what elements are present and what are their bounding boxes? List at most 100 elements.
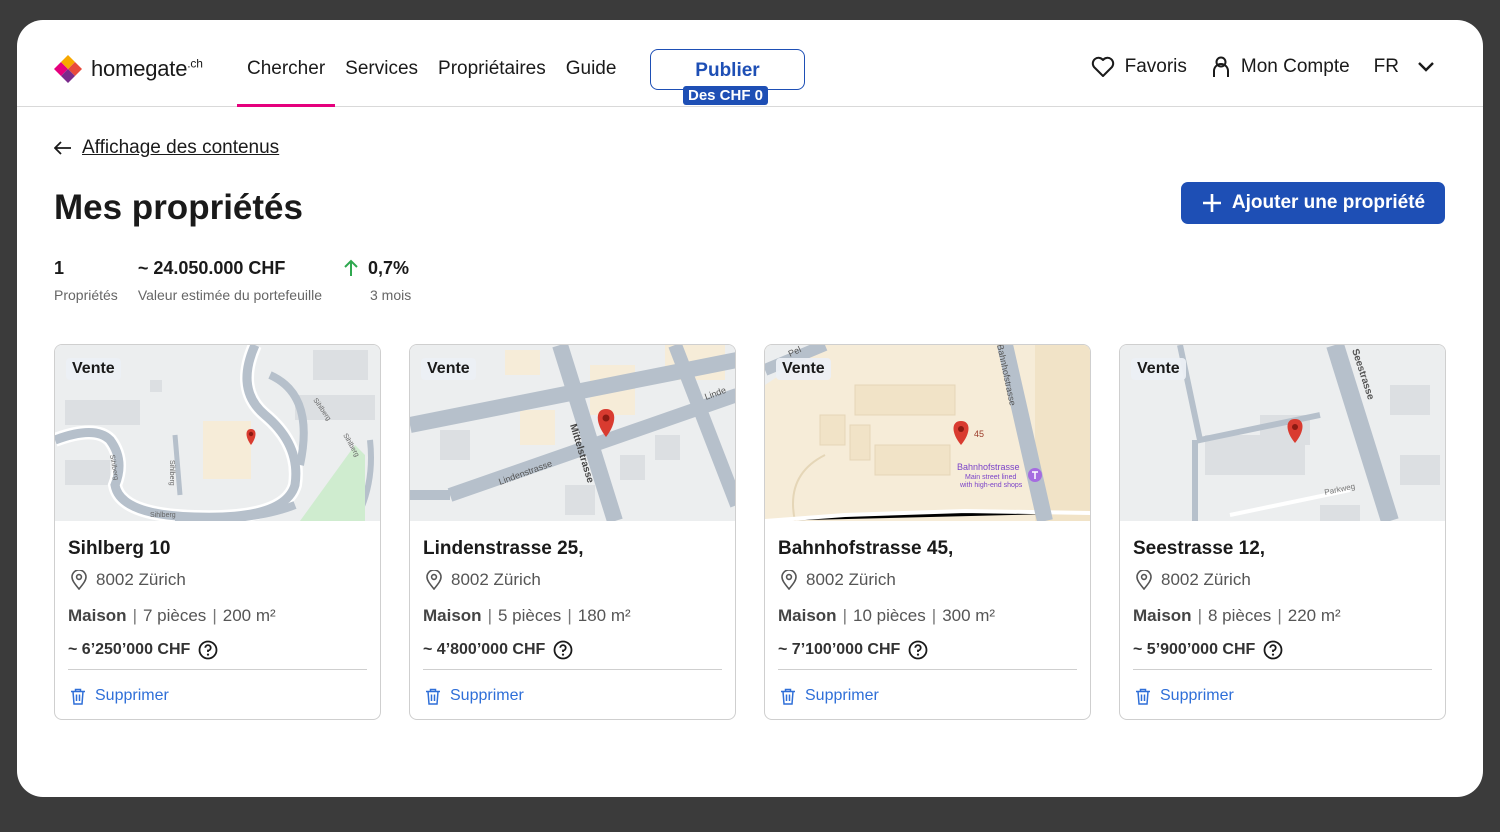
back-link-label: Affichage des contenus: [82, 137, 280, 158]
stat-trend-percent: 0,7%: [368, 257, 410, 278]
svg-text:with high-end shops: with high-end shops: [959, 482, 1023, 489]
help-icon[interactable]: [198, 640, 218, 660]
card-divider: [68, 669, 367, 670]
property-price-value: ~ 6’250’000 CHF: [68, 641, 191, 658]
delete-button[interactable]: Supprimer: [425, 687, 722, 705]
svg-text:Sihlberg: Sihlberg: [150, 512, 176, 519]
property-specs: Maison | 8 pièces | 220 m²: [1133, 606, 1341, 625]
delete-label: Supprimer: [450, 687, 524, 704]
property-price: ~ 5’900’000 CHF: [1133, 640, 1432, 660]
property-specs: Maison | 10 pièces | 300 m²: [778, 606, 996, 625]
svg-text:45: 45: [974, 429, 984, 439]
property-type: Maison: [778, 606, 837, 625]
add-property-button[interactable]: Ajouter une propriété: [1181, 182, 1445, 224]
property-area: 300 m²: [942, 606, 996, 625]
card-body: Seestrasse 12, 8002 Zürich Maison | 8 pièc…: [1120, 521, 1445, 705]
property-city: 8002 Zürich: [70, 570, 367, 590]
delete-button[interactable]: Supprimer: [1135, 687, 1432, 705]
location-pin-icon: [1136, 570, 1152, 590]
header-actions: Favoris Mon Compte FR: [1067, 56, 1435, 78]
language-selector[interactable]: FR: [1374, 56, 1435, 78]
delete-label: Supprimer: [805, 687, 879, 704]
property-city-label: 8002 Zürich: [451, 570, 541, 589]
property-price: ~ 4’800’000 CHF: [423, 640, 722, 660]
property-city: 8002 Zürich: [425, 570, 722, 590]
back-link[interactable]: Affichage des contenus: [54, 137, 279, 159]
portfolio-stats: 1 Propriétés ~ 24.050.000 CHF Valeur est…: [54, 257, 431, 304]
arrow-up-icon: [344, 259, 358, 276]
property-card[interactable]: Seestrasse Parkweg Vente Seestrasse 12, …: [1119, 344, 1446, 720]
favorites-link[interactable]: Favoris: [1091, 56, 1187, 78]
property-card[interactable]: Lindenstrasse Mittelstrasse Linde Vente …: [409, 344, 736, 720]
svg-text:Sihlberg: Sihlberg: [168, 460, 175, 486]
stat-trend-value: 0,7%: [342, 257, 411, 279]
property-area: 200 m²: [222, 606, 276, 625]
property-map[interactable]: Lindenstrasse Mittelstrasse Linde Vente: [410, 345, 735, 521]
help-icon[interactable]: [553, 640, 573, 660]
publish-price-badge: Des CHF 0: [683, 86, 769, 105]
property-area: 180 m²: [577, 606, 631, 625]
homegate-logo-icon: [54, 55, 82, 83]
help-icon[interactable]: [908, 640, 928, 660]
location-pin-icon: [71, 570, 87, 590]
trash-icon: [71, 688, 85, 705]
property-type: Maison: [423, 606, 482, 625]
listing-type-tag: Vente: [421, 358, 476, 380]
page-title: Mes propriétés: [54, 188, 303, 227]
publish-label: Publier: [695, 60, 760, 81]
location-pin-icon: [426, 570, 442, 590]
property-rooms: 7 pièces: [142, 606, 207, 625]
account-label: Mon Compte: [1240, 56, 1350, 77]
stat-properties-label: Propriétés: [54, 287, 118, 303]
nav-chercher[interactable]: Chercher: [236, 20, 336, 107]
property-rooms: 10 pièces: [852, 606, 926, 625]
publish-button[interactable]: Publier Des CHF 0: [650, 49, 805, 105]
property-city: 8002 Zürich: [1135, 570, 1432, 590]
account-link[interactable]: Mon Compte: [1211, 56, 1350, 78]
location-pin-icon: [781, 570, 797, 590]
property-map[interactable]: Sihlberg Sihlberg Sihlberg Sihlberg Sihl…: [55, 345, 380, 521]
property-address: Seestrasse 12,: [1133, 538, 1266, 559]
trash-icon: [1136, 688, 1150, 705]
user-icon: [1212, 56, 1229, 77]
add-property-label: Ajouter une propriété: [1231, 192, 1426, 213]
nav-guide[interactable]: Guide: [566, 20, 617, 107]
property-type: Maison: [1133, 606, 1192, 625]
property-cards: Sihlberg Sihlberg Sihlberg Sihlberg Sihl…: [54, 344, 1446, 720]
delete-button[interactable]: Supprimer: [780, 687, 1077, 705]
stat-portfolio-value-label: Valeur estimée du portefeuille: [137, 287, 322, 303]
homegate-logo[interactable]: homegate.ch: [54, 55, 203, 83]
property-price: ~ 6’250’000 CHF: [68, 640, 367, 660]
arrow-left-icon: [54, 141, 71, 155]
property-specs: Maison | 5 pièces | 180 m²: [423, 606, 631, 625]
property-rooms: 8 pièces: [1207, 606, 1272, 625]
card-body: Bahnhofstrasse 45, 8002 Zürich Maison | 10…: [765, 521, 1090, 705]
property-card[interactable]: 45 Bahnhofstrasse Main street lined with…: [764, 344, 1091, 720]
listing-type-tag: Vente: [66, 358, 121, 380]
help-icon[interactable]: [1263, 640, 1283, 660]
trash-icon: [781, 688, 795, 705]
delete-label: Supprimer: [95, 687, 169, 704]
svg-text:Main street lined: Main street lined: [965, 474, 1016, 481]
trash-icon: [426, 688, 440, 705]
listing-type-tag: Vente: [776, 358, 831, 380]
card-divider: [778, 669, 1077, 670]
property-price-value: ~ 4’800’000 CHF: [423, 641, 546, 658]
nav-proprietaires[interactable]: Propriétaires: [438, 20, 546, 107]
delete-button[interactable]: Supprimer: [70, 687, 367, 705]
stat-properties-value: 1: [54, 257, 65, 278]
property-specs: Maison | 7 pièces | 200 m²: [68, 606, 276, 625]
property-map[interactable]: Seestrasse Parkweg Vente: [1120, 345, 1445, 521]
property-city: 8002 Zürich: [780, 570, 1077, 590]
property-area: 220 m²: [1287, 606, 1341, 625]
app-window: homegate.ch Chercher Services Propriétai…: [17, 20, 1483, 797]
logo-text: homegate.ch: [91, 56, 203, 81]
property-map[interactable]: 45 Bahnhofstrasse Main street lined with…: [765, 345, 1090, 521]
property-rooms: 5 pièces: [497, 606, 562, 625]
property-address: Bahnhofstrasse 45,: [778, 538, 954, 559]
nav-services[interactable]: Services: [345, 20, 418, 107]
stat-trend-period: 3 mois: [370, 287, 412, 303]
property-card[interactable]: Sihlberg Sihlberg Sihlberg Sihlberg Sihl…: [54, 344, 381, 720]
card-body: Sihlberg 10 8002 Zürich Maison | 7 pièces |…: [55, 521, 380, 705]
stat-portfolio-value: ~ 24.050.000 CHF Valeur estimée du porte…: [137, 257, 322, 304]
